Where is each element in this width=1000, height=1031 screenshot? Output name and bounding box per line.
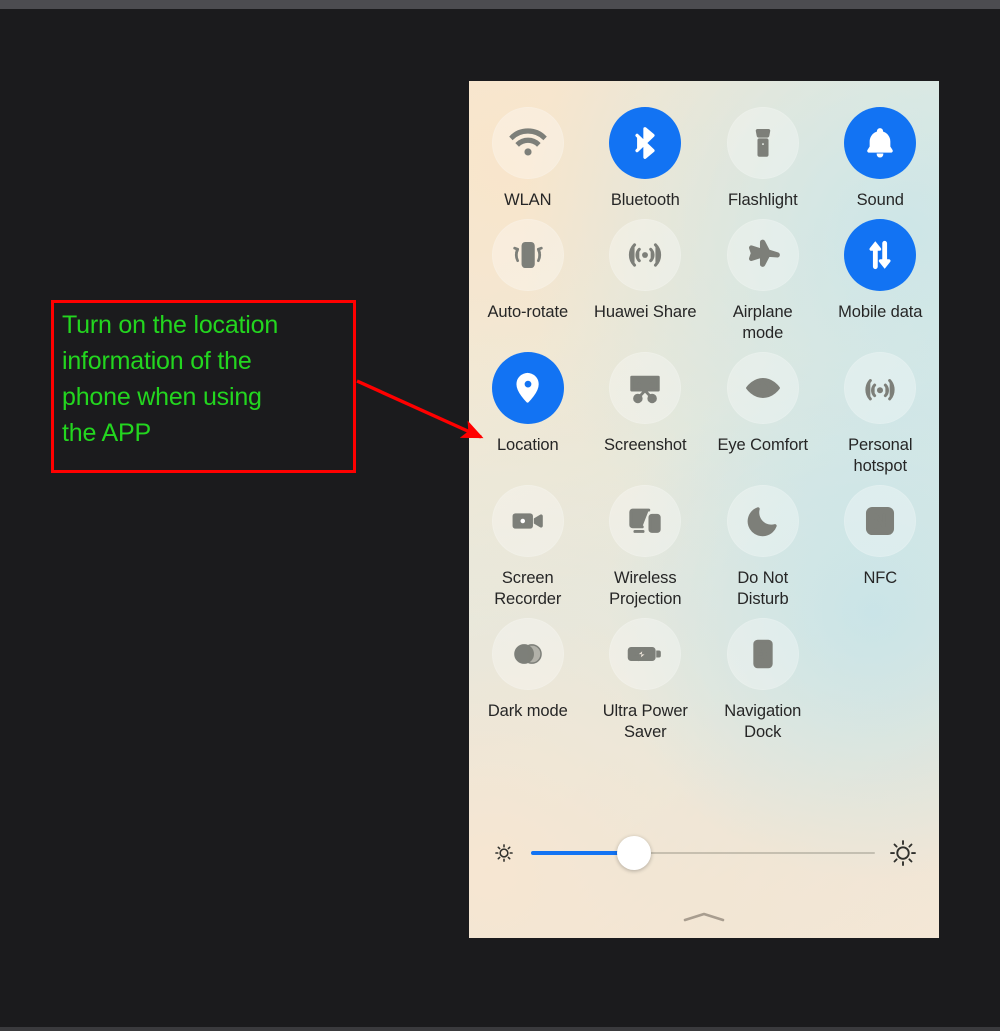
quick-tile-wlan[interactable]: WLAN bbox=[469, 107, 587, 211]
flashlight-icon[interactable] bbox=[726, 107, 799, 179]
wifi-icon[interactable] bbox=[491, 107, 564, 179]
screenshot-icon[interactable] bbox=[609, 352, 682, 424]
quick-tile-screen-recorder[interactable]: Screen Recorder bbox=[469, 485, 587, 610]
nfc-icon[interactable] bbox=[844, 485, 917, 557]
bell-icon[interactable] bbox=[844, 107, 917, 179]
location-pin-icon[interactable] bbox=[491, 352, 564, 424]
quick-tile-bluetooth[interactable]: Bluetooth bbox=[587, 107, 705, 211]
quick-tile-label: Flashlight bbox=[727, 191, 798, 209]
quick-tile-label: Wireless Projection bbox=[609, 569, 682, 608]
quick-tile-eye-comfort[interactable]: Eye Comfort bbox=[704, 352, 822, 477]
slider-thumb[interactable] bbox=[617, 836, 652, 870]
quick-tile-do-not-disturb[interactable]: Do Not Disturb bbox=[704, 485, 822, 610]
quick-tile-label: NFC bbox=[863, 569, 898, 587]
quick-tile-label: Airplane mode bbox=[732, 303, 793, 342]
quick-tile-label: Dark mode bbox=[487, 702, 568, 720]
window-bottom-strip bbox=[0, 1027, 1000, 1031]
sun-small-icon bbox=[487, 842, 521, 864]
expand-panel-handle[interactable] bbox=[469, 910, 939, 924]
wireless-projection-icon[interactable] bbox=[609, 485, 682, 557]
quick-tile-nfc[interactable]: NFC bbox=[822, 485, 940, 610]
quick-tile-sound[interactable]: Sound bbox=[822, 107, 940, 211]
sun-large-icon bbox=[885, 838, 921, 868]
hotspot-icon[interactable] bbox=[844, 352, 917, 424]
navigation-dock-icon[interactable] bbox=[726, 618, 799, 690]
quick-tile-huawei-share[interactable]: Huawei Share bbox=[587, 219, 705, 344]
quick-tile-label: Personal hotspot bbox=[848, 436, 913, 475]
quick-tile-label: Bluetooth bbox=[610, 191, 680, 209]
quick-tile-dark-mode[interactable]: Dark mode bbox=[469, 618, 587, 743]
quick-tile-wireless-projection[interactable]: Wireless Projection bbox=[587, 485, 705, 610]
video-camera-icon[interactable] bbox=[491, 485, 564, 557]
quick-settings-grid: WLAN Bluetooth Flashlight Sound Auto-rotate H… bbox=[469, 107, 939, 751]
quick-tile-auto-rotate[interactable]: Auto-rotate bbox=[469, 219, 587, 344]
quick-tile-label: Screenshot bbox=[604, 436, 687, 454]
quick-tile-airplane-mode[interactable]: Airplane mode bbox=[704, 219, 822, 344]
quick-tile-label: Huawei Share bbox=[594, 303, 697, 321]
quick-tile-mobile-data[interactable]: Mobile data bbox=[822, 219, 940, 344]
quick-tile-navigation-dock[interactable]: Navigation Dock bbox=[704, 618, 822, 743]
screenshot-root: WLAN Bluetooth Flashlight Sound Auto-rotate H… bbox=[0, 0, 1000, 1031]
brightness-slider[interactable] bbox=[531, 836, 875, 870]
quick-tile-label: Navigation Dock bbox=[724, 702, 802, 741]
window-top-strip bbox=[0, 0, 1000, 9]
bluetooth-icon[interactable] bbox=[609, 107, 682, 179]
quick-tile-flashlight[interactable]: Flashlight bbox=[704, 107, 822, 211]
quick-tile-label: WLAN bbox=[504, 191, 552, 209]
annotation-text: Turn on the location information of the … bbox=[62, 311, 279, 447]
quick-tile-location[interactable]: Location bbox=[469, 352, 587, 477]
dark-mode-icon[interactable] bbox=[491, 618, 564, 690]
quick-tile-personal-hotspot[interactable]: Personal hotspot bbox=[822, 352, 940, 477]
huawei-share-icon[interactable] bbox=[609, 219, 682, 291]
eye-icon[interactable] bbox=[726, 352, 799, 424]
control-panel: WLAN Bluetooth Flashlight Sound Auto-rotate H… bbox=[469, 81, 939, 938]
auto-rotate-icon[interactable] bbox=[491, 219, 564, 291]
airplane-icon[interactable] bbox=[726, 219, 799, 291]
quick-tile-ultra-power-saver[interactable]: Ultra Power Saver bbox=[587, 618, 705, 743]
mobile-data-icon[interactable] bbox=[844, 219, 917, 291]
quick-tile-screenshot[interactable]: Screenshot bbox=[587, 352, 705, 477]
quick-tile-label: Ultra Power Saver bbox=[602, 702, 688, 741]
quick-tile-label: Location bbox=[496, 436, 559, 454]
quick-tile-label: Screen Recorder bbox=[494, 569, 562, 608]
quick-tile-label: Do Not Disturb bbox=[736, 569, 789, 608]
brightness-slider-row[interactable] bbox=[469, 826, 939, 880]
quick-tile-label: Auto-rotate bbox=[487, 303, 569, 321]
quick-tile-label: Mobile data bbox=[838, 303, 923, 321]
quick-tile-label: Sound bbox=[856, 191, 904, 209]
quick-tile-label: Eye Comfort bbox=[717, 436, 809, 454]
battery-charging-icon[interactable] bbox=[609, 618, 682, 690]
moon-icon[interactable] bbox=[726, 485, 799, 557]
